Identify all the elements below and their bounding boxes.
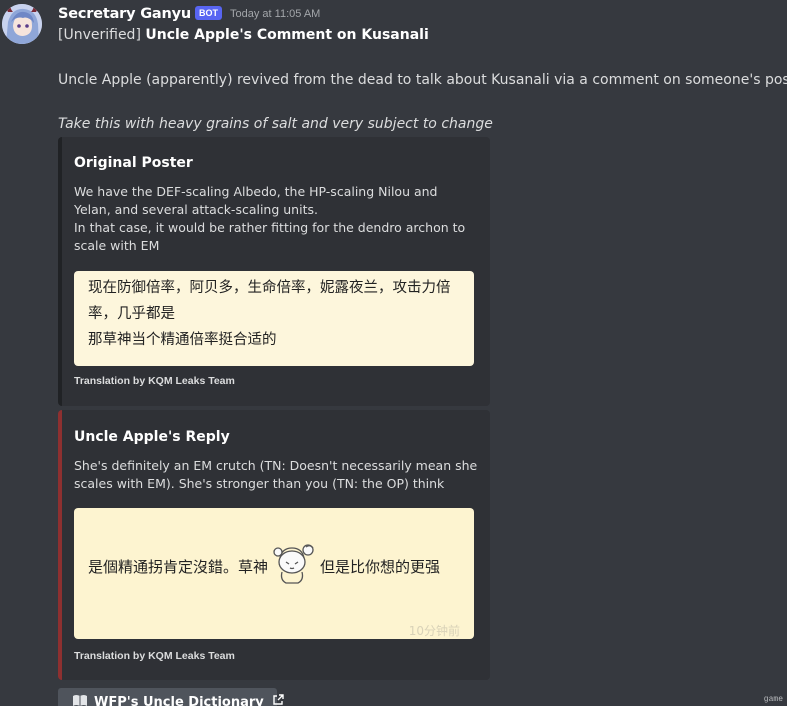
avatar[interactable]	[2, 4, 42, 44]
embed-description-line: We have the DEF-scaling Albedo, the HP-s…	[74, 184, 438, 217]
book-icon	[72, 694, 88, 706]
embed-description: She's definitely an EM crutch (TN: Doesn…	[74, 458, 478, 491]
embed-title: Original Poster	[74, 155, 193, 171]
watermark: game	[763, 695, 783, 704]
image-text: 是個精通拐肯定沒錯。草神 但是比你想的更强	[88, 542, 468, 586]
title-bold: Uncle Apple's Comment on Kusanali	[145, 27, 429, 43]
title-prefix: [Unverified]	[58, 27, 146, 43]
embed-description: We have the DEF-scaling Albedo, the HP-s…	[74, 183, 478, 255]
message-header: Secretary Ganyu BOT Today at 11:05 AM	[58, 4, 320, 24]
embed-description-line: In that case, it would be rather fitting…	[74, 220, 466, 253]
embed-image[interactable]: 现在防御倍率，阿贝多，生命倍率，妮露夜兰，攻击力倍率，几乎都是 那草神当个精通倍…	[74, 271, 474, 366]
chibi-sticker-icon	[270, 542, 318, 586]
avatar-image	[2, 4, 42, 44]
embed-footer: Translation by KQM Leaks Team	[74, 650, 235, 662]
message-disclaimer: Take this with heavy grains of salt and …	[58, 116, 493, 132]
message-title-line: [Unverified] Uncle Apple's Comment on Ku…	[58, 27, 429, 43]
uncle-dictionary-link-button[interactable]: WFP's Uncle Dictionary	[58, 688, 284, 706]
message-body-line: Uncle Apple (apparently) revived from th…	[58, 72, 787, 88]
embed-uncle-apple-reply: Uncle Apple's Reply She's definitely an …	[58, 410, 490, 680]
embed-original-poster: Original Poster We have the DEF-scaling …	[58, 137, 490, 406]
image-text-part: 是個精通拐肯定沒錯。草神	[88, 558, 269, 576]
image-text-line: 现在防御倍率，阿贝多，生命倍率，妮露夜兰，攻击力倍率，几乎都是	[88, 280, 451, 322]
author-name[interactable]: Secretary Ganyu	[58, 6, 191, 22]
image-faded-timestamp: 10分钟前	[408, 624, 460, 638]
bot-badge: BOT	[195, 6, 223, 20]
embed-footer: Translation by KQM Leaks Team	[74, 375, 235, 387]
link-button-label: WFP's Uncle Dictionary	[94, 694, 264, 706]
image-text-line: 那草神当个精通倍率挺合适的	[88, 332, 277, 348]
image-text-part: 但是比你想的更强	[320, 558, 441, 576]
embed-title: Uncle Apple's Reply	[74, 429, 230, 445]
image-text: 现在防御倍率，阿贝多，生命倍率，妮露夜兰，攻击力倍率，几乎都是 那草神当个精通倍…	[88, 275, 468, 353]
embed-image[interactable]: 是個精通拐肯定沒錯。草神 但是比你想的更强 10分钟前	[74, 508, 474, 639]
timestamp[interactable]: Today at 11:05 AM	[230, 8, 320, 20]
external-link-icon	[272, 694, 284, 706]
chat-message: Secretary Ganyu BOT Today at 11:05 AM [U…	[0, 0, 787, 706]
